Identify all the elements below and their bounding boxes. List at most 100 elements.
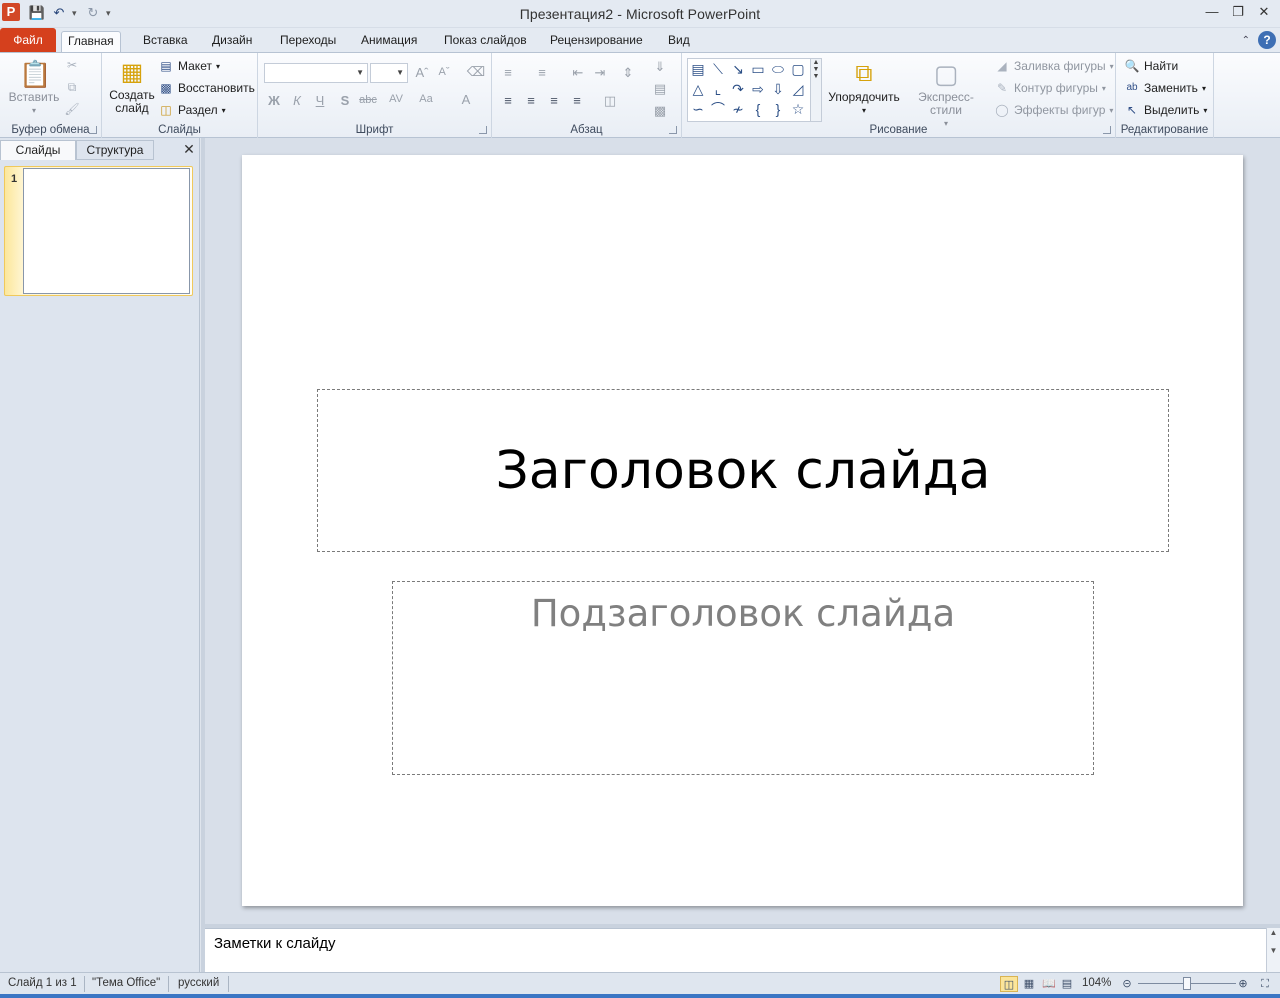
close-pane-icon[interactable]: ✕ [182, 142, 196, 156]
notes-pane[interactable]: Заметки к слайду [205, 928, 1266, 972]
rectangle-shape-icon[interactable]: ▭ [749, 60, 767, 78]
tab-transitions[interactable]: Переходы [274, 31, 342, 52]
elbow-arrow-connector-icon[interactable]: ↷ [729, 80, 747, 98]
restore-icon[interactable]: ❐ [1230, 4, 1246, 20]
zoom-level[interactable]: 104% [1082, 977, 1111, 989]
slide-thumbnail-item[interactable]: 1 [4, 166, 193, 296]
find-button[interactable]: 🔍 Найти [1124, 57, 1179, 75]
section-button[interactable]: ◫ Раздел ▾ [158, 101, 225, 119]
tab-review[interactable]: Рецензирование [544, 31, 649, 52]
triangle-shape-icon[interactable]: △ [689, 80, 707, 98]
slideshow-view-icon[interactable]: ▤ [1058, 976, 1076, 992]
tab-design[interactable]: Дизайн [206, 31, 258, 52]
minimize-ribbon-icon[interactable]: ⌃ [1242, 35, 1250, 46]
arc-shape-icon[interactable]: ⌒ [709, 100, 727, 118]
italic-icon[interactable]: К [287, 93, 307, 108]
zoom-slider-thumb[interactable] [1183, 977, 1191, 990]
notes-scrollbar[interactable]: ▲ ▼ [1266, 928, 1280, 972]
title-placeholder[interactable]: Заголовок слайда [317, 389, 1169, 552]
tab-file[interactable]: Файл [0, 28, 56, 52]
clipboard-launcher-icon[interactable] [89, 126, 97, 134]
reset-button[interactable]: ▩ Восстановить [158, 79, 255, 97]
reading-view-icon[interactable]: 📖 [1040, 976, 1058, 992]
tab-view[interactable]: Вид [662, 31, 696, 52]
layout-button[interactable]: ▤ Макет ▾ [158, 57, 220, 75]
shadow-icon[interactable]: S [335, 93, 355, 108]
shapes-gallery-scroll[interactable]: ▲ ▼ ▼ [810, 59, 821, 121]
slide-thumbnail[interactable] [23, 168, 190, 294]
shape-effects-button[interactable]: ◯ Эффекты фигур ▾ [994, 101, 1113, 119]
align-right-icon[interactable]: ≡ [544, 93, 564, 108]
quick-styles-button[interactable]: ▢ Экспресс-стили ▾ [904, 57, 988, 130]
tab-insert[interactable]: Вставка [137, 31, 194, 52]
help-icon[interactable]: ? [1258, 31, 1276, 49]
rounded-rect-shape-icon[interactable]: ▢ [789, 60, 807, 78]
paragraph-launcher-icon[interactable] [669, 126, 677, 134]
right-arrow-shape-icon[interactable]: ⇨ [749, 80, 767, 98]
tab-slides[interactable]: Слайды [0, 140, 76, 160]
grow-font-icon[interactable]: Aˆ [412, 65, 432, 80]
bold-icon[interactable]: Ж [264, 93, 284, 108]
normal-view-icon[interactable]: ◫ [1000, 976, 1018, 992]
shape-fill-button[interactable]: ◢ Заливка фигуры ▾ [994, 57, 1113, 75]
slide-canvas[interactable]: Заголовок слайда Подзаголовок слайда [242, 155, 1243, 906]
fit-to-window-icon[interactable]: ⛶ [1256, 976, 1274, 992]
right-brace-shape-icon[interactable]: } [769, 100, 787, 118]
change-case-icon[interactable]: Aa [416, 93, 436, 105]
tab-home[interactable]: Главная [61, 31, 121, 52]
textbox-shape-icon[interactable]: ▤ [689, 60, 707, 78]
align-left-icon[interactable]: ≡ [498, 93, 518, 108]
font-name-dropdown-icon[interactable]: ▼ [356, 68, 364, 77]
numbering-icon[interactable]: ≡ [532, 65, 552, 80]
text-direction-icon[interactable]: ⇓ [650, 59, 670, 75]
align-center-icon[interactable]: ≡ [521, 93, 541, 108]
columns-icon[interactable]: ◫ [600, 93, 620, 109]
increase-indent-icon[interactable]: ⇥ [590, 65, 610, 81]
format-painter-icon[interactable]: 🖌 [64, 101, 80, 117]
arrange-button[interactable]: ⧉ Упорядочить ▾ [828, 57, 900, 117]
font-launcher-icon[interactable] [479, 126, 487, 134]
tab-slideshow[interactable]: Показ слайдов [438, 31, 533, 52]
arrow-line-shape-icon[interactable]: ↘ [729, 60, 747, 78]
font-size-dropdown-icon[interactable]: ▼ [396, 68, 404, 77]
font-size-combo[interactable]: ▼ [370, 63, 408, 83]
char-spacing-icon[interactable]: AV [386, 93, 406, 105]
down-arrow-shape-icon[interactable]: ⇩ [769, 80, 787, 98]
replace-button[interactable]: ab Заменить ▾ [1124, 79, 1206, 97]
font-color-icon[interactable]: A [456, 92, 476, 107]
zoom-out-icon[interactable]: ⊝ [1118, 976, 1136, 992]
zoom-in-icon[interactable]: ⊕ [1234, 976, 1252, 992]
language-status[interactable]: русский [178, 977, 219, 989]
curve-shape-icon[interactable]: ≁ [729, 100, 747, 118]
clear-formatting-icon[interactable]: ⌫ [466, 64, 486, 80]
tab-animations[interactable]: Анимация [355, 31, 423, 52]
decrease-indent-icon[interactable]: ⇤ [568, 65, 588, 81]
subtitle-placeholder[interactable]: Подзаголовок слайда [392, 581, 1094, 775]
justify-icon[interactable]: ≡ [567, 93, 587, 108]
paste-button[interactable]: 📋 Вставить ▾ [8, 57, 60, 117]
shape-outline-button[interactable]: ✎ Контур фигуры ▾ [994, 79, 1106, 97]
freeform-shape-icon[interactable]: ◿ [789, 80, 807, 98]
smartart-icon[interactable]: ▩ [650, 103, 670, 119]
left-brace-shape-icon[interactable]: { [749, 100, 767, 118]
strikethrough-icon[interactable]: abc [358, 94, 378, 106]
shrink-font-icon[interactable]: Aˇ [434, 66, 454, 78]
slide-sorter-view-icon[interactable]: ▦ [1020, 976, 1038, 992]
scribble-shape-icon[interactable]: ∽ [689, 100, 707, 118]
copy-icon[interactable]: ⧉ [64, 79, 80, 95]
close-icon[interactable]: ✕ [1256, 4, 1272, 20]
elbow-connector-icon[interactable]: ⌞ [709, 80, 727, 98]
select-button[interactable]: ↖ Выделить ▾ [1124, 101, 1207, 119]
cut-icon[interactable]: ✂ [64, 57, 80, 73]
theme-status[interactable]: "Тема Office" [92, 977, 160, 989]
bullets-icon[interactable]: ≡ [498, 65, 518, 80]
drawing-launcher-icon[interactable] [1103, 126, 1111, 134]
star-shape-icon[interactable]: ☆ [789, 100, 807, 118]
minimize-icon[interactable]: — [1204, 4, 1220, 20]
underline-icon[interactable]: Ч [310, 93, 330, 108]
line-spacing-icon[interactable]: ⇕ [618, 65, 638, 81]
new-slide-button[interactable]: ▦ Создать слайд [106, 57, 158, 115]
align-text-icon[interactable]: ▤ [650, 81, 670, 97]
tab-outline[interactable]: Структура [76, 140, 154, 160]
oval-shape-icon[interactable]: ⬭ [769, 60, 787, 78]
